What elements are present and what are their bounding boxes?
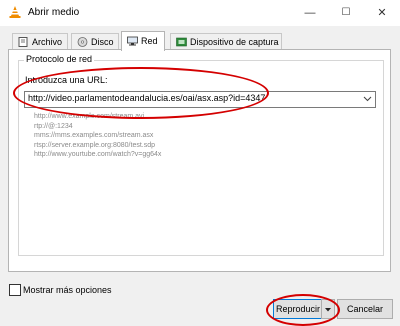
example-url: mms://mms.examples.com/stream.asx: [34, 132, 154, 139]
cancel-button[interactable]: Cancelar: [337, 299, 393, 319]
tab-archivo[interactable]: Archivo: [12, 33, 68, 50]
more-options-label[interactable]: Mostrar más opciones: [23, 285, 112, 295]
maximize-button[interactable]: ☐: [332, 4, 360, 22]
more-options-checkbox[interactable]: [9, 284, 21, 296]
play-dropdown-button[interactable]: [321, 299, 335, 319]
tab-label: Archivo: [32, 37, 63, 47]
tab-label: Disco: [91, 37, 114, 47]
minimize-button[interactable]: —: [296, 4, 324, 22]
file-icon: [18, 37, 28, 47]
group-title: Protocolo de red: [24, 54, 95, 64]
close-button[interactable]: ✕: [368, 4, 396, 22]
example-url: http://www.yourtube.com/watch?v=gg64x: [34, 151, 162, 158]
tab-label: Dispositivo de captura: [190, 37, 279, 47]
tab-label: Red: [141, 36, 158, 46]
tab-dispositivo-captura[interactable]: Dispositivo de captura: [170, 33, 282, 50]
chevron-down-icon[interactable]: [362, 92, 373, 105]
vlc-cone-icon: [9, 6, 21, 18]
example-url: rtsp://server.example.org:8080/test.sdp: [34, 141, 156, 149]
network-icon: [127, 36, 138, 46]
example-url: rtp://@:1234: [34, 122, 73, 130]
disc-icon: [77, 37, 88, 47]
url-label: Introduzca una URL:: [25, 75, 108, 85]
tab-red[interactable]: Red: [121, 31, 165, 51]
play-button[interactable]: Reproducir: [273, 299, 323, 319]
capture-device-icon: [176, 37, 187, 47]
window-title: Abrir medio: [28, 7, 80, 18]
url-input-value[interactable]: http://video.parlamentodeandalucia.es/oa…: [28, 93, 265, 103]
url-examples: http://www.example.com/stream.avi rtp://…: [34, 112, 161, 160]
tab-disco[interactable]: Disco: [71, 33, 119, 50]
caret-down-icon: [325, 308, 331, 312]
example-url: http://www.example.com/stream.avi: [34, 113, 145, 120]
